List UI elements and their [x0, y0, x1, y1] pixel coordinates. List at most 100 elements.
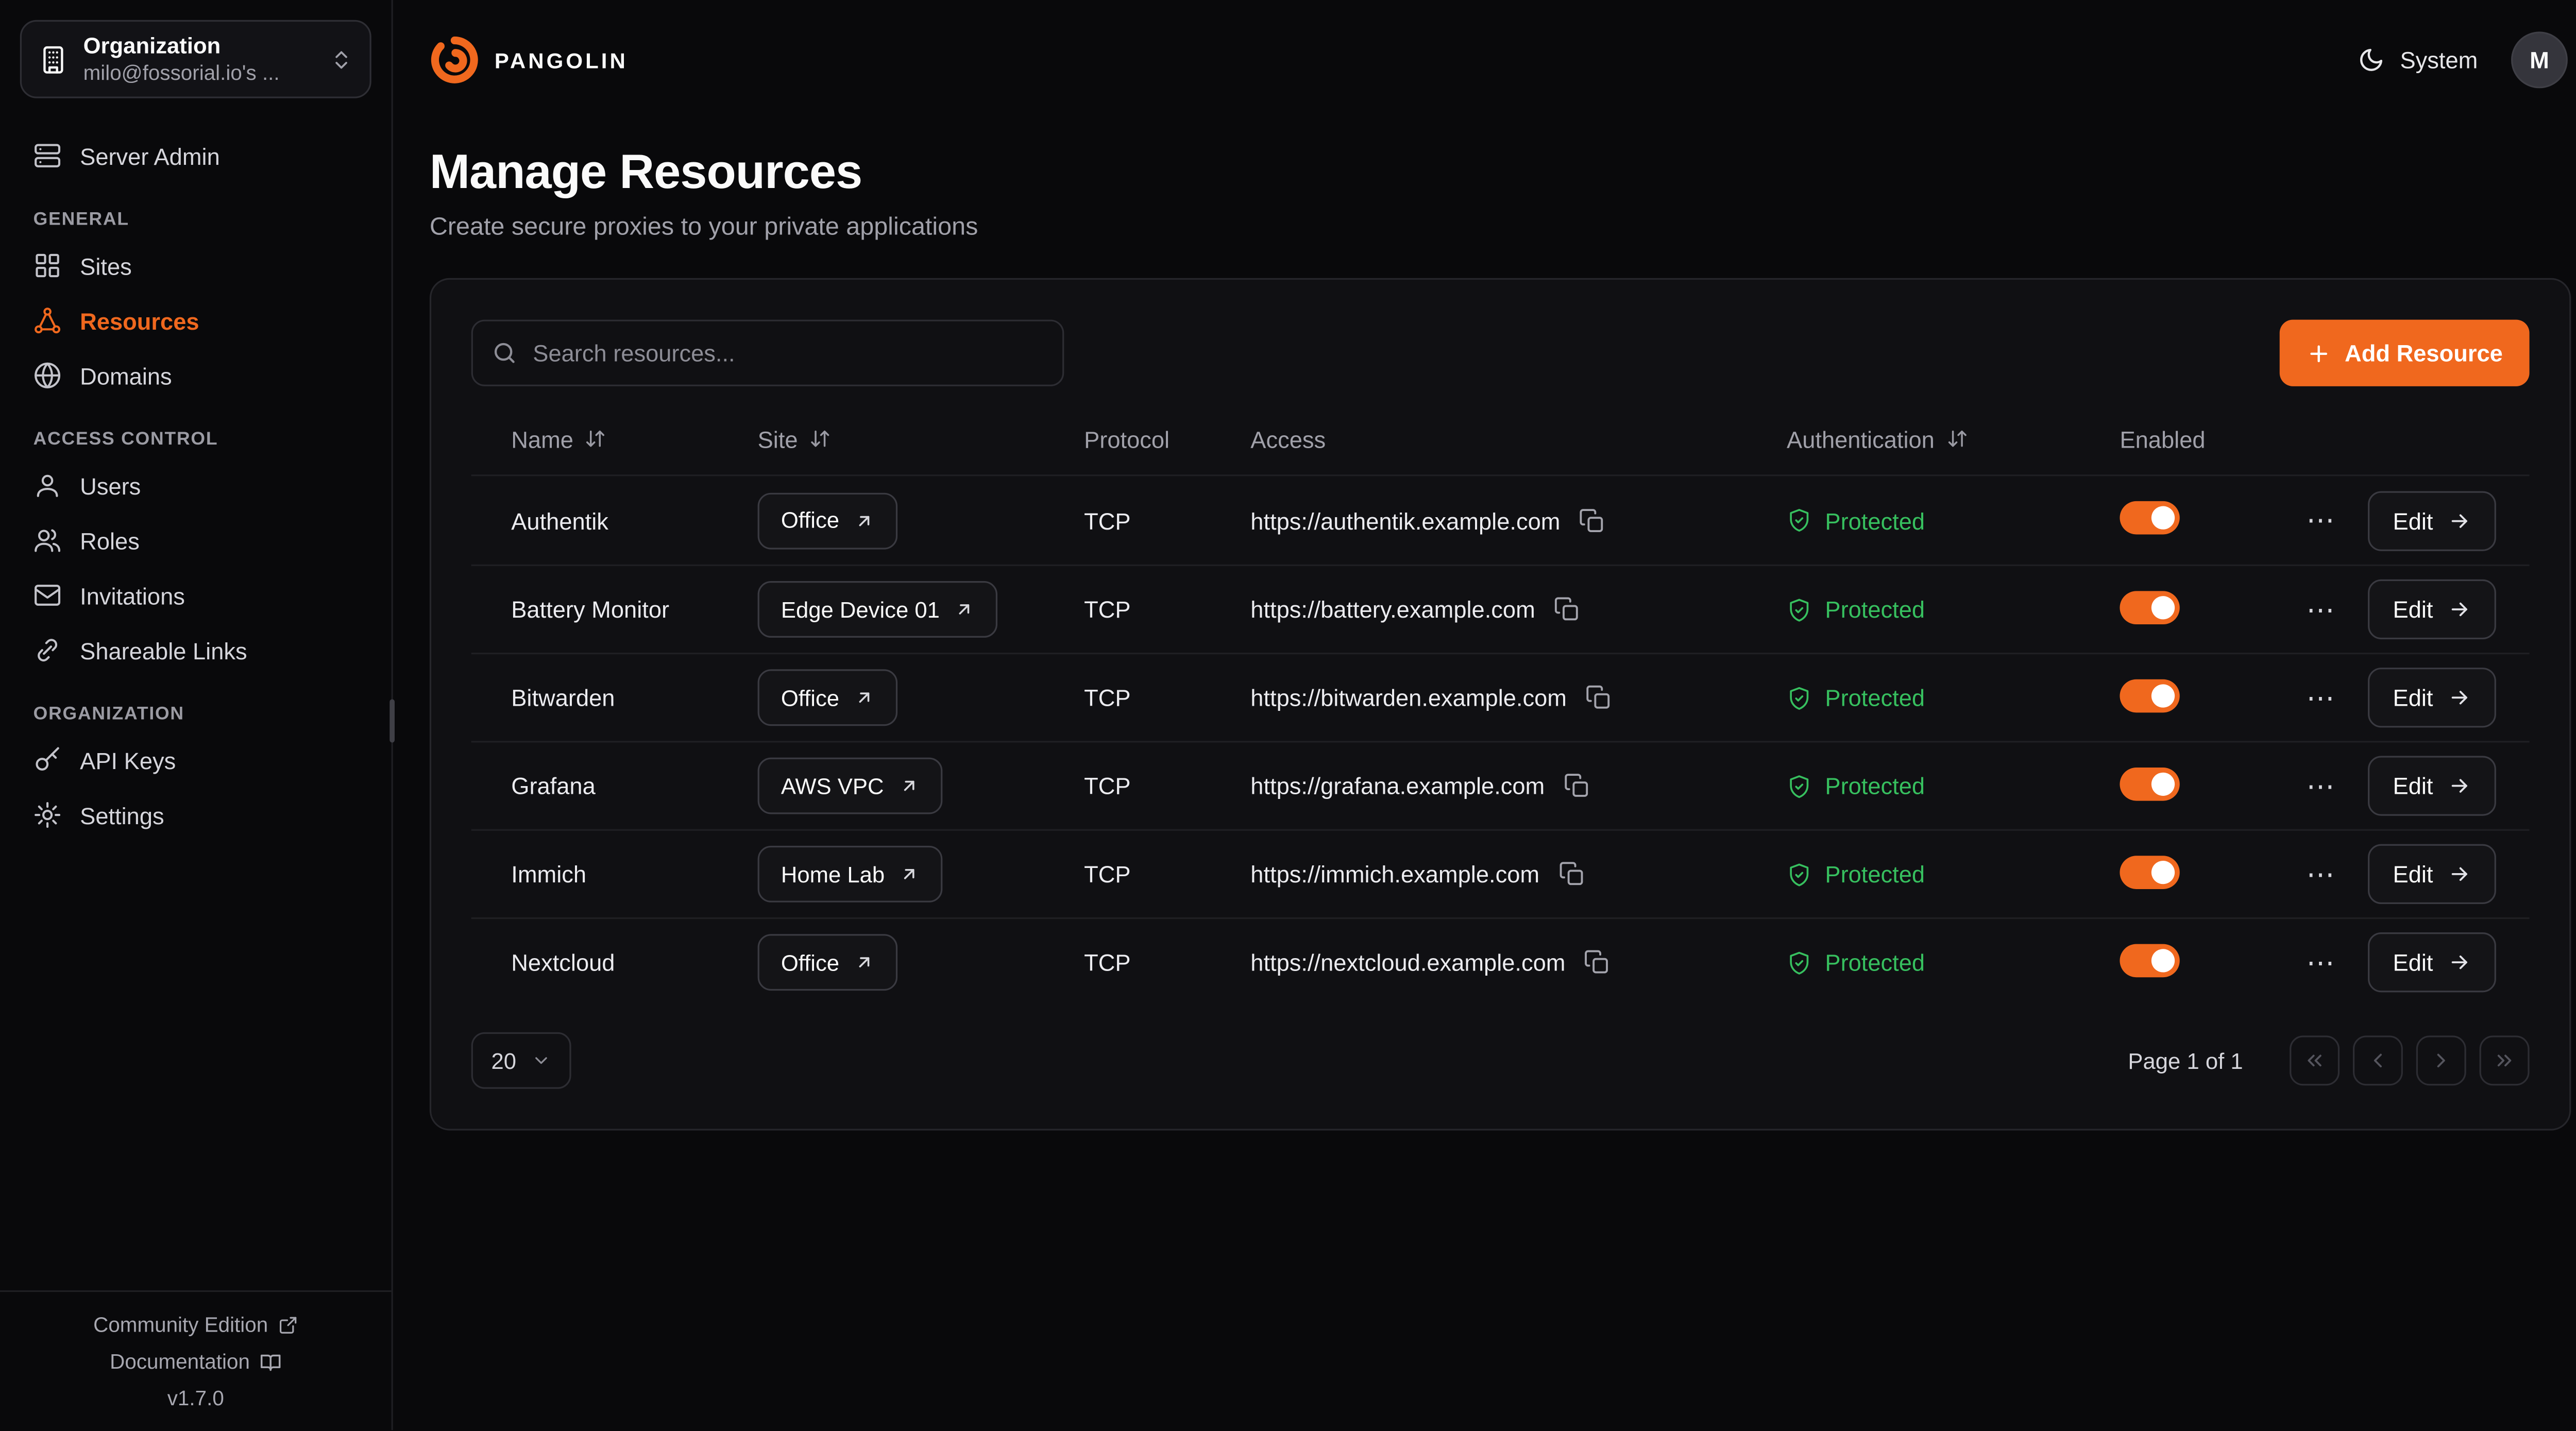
edit-button[interactable]: Edit: [2368, 668, 2496, 727]
protocol-value: TCP: [1084, 684, 1250, 711]
row-menu-button[interactable]: ⋯: [2303, 680, 2341, 715]
sidebar-item-invitations[interactable]: Invitations: [20, 568, 371, 623]
sidebar-item-roles[interactable]: Roles: [20, 513, 371, 568]
arrow-right-icon: [2448, 774, 2471, 797]
enabled-toggle[interactable]: [2120, 766, 2179, 800]
sort-icon[interactable]: [585, 428, 607, 450]
gear-icon: [33, 801, 62, 829]
copy-icon[interactable]: [1558, 861, 1585, 888]
copy-icon[interactable]: [1553, 596, 1580, 623]
site-link-button[interactable]: Office: [758, 669, 898, 726]
arrow-right-icon: [2448, 686, 2471, 709]
sidebar-item-sites[interactable]: Sites: [20, 238, 371, 293]
sort-icon[interactable]: [809, 428, 831, 450]
copy-icon[interactable]: [1584, 949, 1611, 976]
sidebar-item-settings[interactable]: Settings: [20, 788, 371, 843]
copy-icon[interactable]: [1585, 684, 1612, 711]
sidebar-item-domains[interactable]: Domains: [20, 348, 371, 403]
auth-status-label: Protected: [1825, 596, 1925, 623]
community-edition-link[interactable]: Community Edition: [93, 1314, 298, 1337]
add-resource-button[interactable]: Add Resource: [2280, 320, 2530, 386]
org-selector-title: Organization: [83, 33, 315, 58]
sort-icon[interactable]: [1946, 428, 1968, 450]
row-menu-button[interactable]: ⋯: [2303, 592, 2341, 627]
sidebar-item-resources[interactable]: Resources: [20, 293, 371, 348]
table-row: Nextcloud Office TCP https://nextcloud.e…: [471, 917, 2530, 1006]
edit-button[interactable]: Edit: [2368, 932, 2496, 992]
avatar[interactable]: M: [2511, 31, 2568, 88]
site-link-button[interactable]: Office: [758, 492, 898, 549]
resource-name: Grafana: [511, 773, 757, 799]
sidebar-item-shareable-links[interactable]: Shareable Links: [20, 623, 371, 678]
column-header-access: Access: [1250, 425, 1787, 452]
site-link-button[interactable]: Office: [758, 934, 898, 991]
page-header: Manage Resources Create secure proxies t…: [393, 120, 2576, 242]
protocol-value: TCP: [1084, 861, 1250, 888]
site-link-button[interactable]: Edge Device 01: [758, 581, 998, 638]
arrow-right-icon: [2448, 862, 2471, 885]
edit-button[interactable]: Edit: [2368, 756, 2496, 815]
sidebar-item-users[interactable]: Users: [20, 458, 371, 513]
sidebar-item-server-admin[interactable]: Server Admin: [20, 128, 371, 183]
protocol-value: TCP: [1084, 596, 1250, 623]
enabled-toggle[interactable]: [2120, 501, 2179, 535]
edit-button[interactable]: Edit: [2368, 580, 2496, 639]
app-root: Organization milo@fossorial.io's ... Ser…: [0, 0, 2576, 1430]
page-size-select[interactable]: 20: [471, 1032, 571, 1089]
plus-icon: [2307, 340, 2331, 365]
globe-icon: [33, 361, 62, 389]
org-selector[interactable]: Organization milo@fossorial.io's ...: [20, 20, 371, 98]
last-page-button[interactable]: [2480, 1035, 2530, 1085]
sidebar-item-label: Users: [80, 472, 141, 499]
shield-check-icon: [1787, 685, 1811, 710]
brand: PANGOLIN: [430, 35, 628, 85]
sidebar-nav: Server Admin GENERAL Sites Resources Do: [20, 128, 371, 843]
enabled-toggle[interactable]: [2120, 943, 2179, 977]
arrow-up-right-icon: [854, 688, 874, 708]
search-box: [471, 320, 1064, 386]
auth-status-label: Protected: [1825, 684, 1925, 711]
copy-icon[interactable]: [1579, 507, 1605, 534]
auth-status: Protected: [1787, 773, 2120, 799]
documentation-link[interactable]: Documentation: [110, 1350, 281, 1373]
enabled-toggle[interactable]: [2120, 678, 2179, 712]
copy-icon[interactable]: [1563, 773, 1590, 799]
row-menu-button[interactable]: ⋯: [2303, 503, 2341, 538]
pagination: Page 1 of 1: [2128, 1035, 2529, 1085]
sidebar-footer: Community Edition Documentation v1.7.0: [0, 1290, 392, 1430]
sidebar-item-api-keys[interactable]: API Keys: [20, 732, 371, 788]
sidebar-item-label: API Keys: [80, 747, 176, 774]
theme-toggle-button[interactable]: System: [2359, 46, 2478, 73]
site-link-button[interactable]: Home Lab: [758, 846, 943, 902]
row-menu-button[interactable]: ⋯: [2303, 857, 2341, 892]
access-url: https://immich.example.com: [1250, 861, 1539, 888]
book-icon: [260, 1351, 281, 1373]
access-url: https://grafana.example.com: [1250, 773, 1545, 799]
next-page-button[interactable]: [2416, 1035, 2466, 1085]
auth-status: Protected: [1787, 596, 2120, 623]
arrow-up-right-icon: [900, 864, 920, 884]
enabled-toggle[interactable]: [2120, 855, 2179, 889]
search-input[interactable]: [471, 320, 1064, 386]
table-row: Authentik Office TCP https://authentik.e…: [471, 476, 2530, 564]
table-row: Bitwarden Office TCP https://bitwarden.e…: [471, 653, 2530, 741]
sidebar-scrollbar[interactable]: [389, 699, 395, 742]
section-label-access-control: ACCESS CONTROL: [33, 430, 358, 450]
edit-button[interactable]: Edit: [2368, 490, 2496, 550]
edit-button[interactable]: Edit: [2368, 844, 2496, 904]
auth-status-label: Protected: [1825, 861, 1925, 888]
column-header-authentication: Authentication: [1787, 425, 2120, 452]
first-page-button[interactable]: [2290, 1035, 2340, 1085]
pangolin-logo-icon: [430, 35, 480, 85]
enabled-toggle[interactable]: [2120, 590, 2179, 624]
table-row: Battery Monitor Edge Device 01 TCP https…: [471, 565, 2530, 653]
previous-page-button[interactable]: [2353, 1035, 2403, 1085]
shield-check-icon: [1787, 773, 1811, 798]
site-link-button[interactable]: AWS VPC: [758, 758, 942, 814]
row-menu-button[interactable]: ⋯: [2303, 769, 2341, 804]
row-menu-button[interactable]: ⋯: [2303, 945, 2341, 980]
link-icon: [33, 636, 62, 665]
auth-status-label: Protected: [1825, 773, 1925, 799]
auth-status-label: Protected: [1825, 507, 1925, 534]
access-url: https://nextcloud.example.com: [1250, 949, 1565, 976]
